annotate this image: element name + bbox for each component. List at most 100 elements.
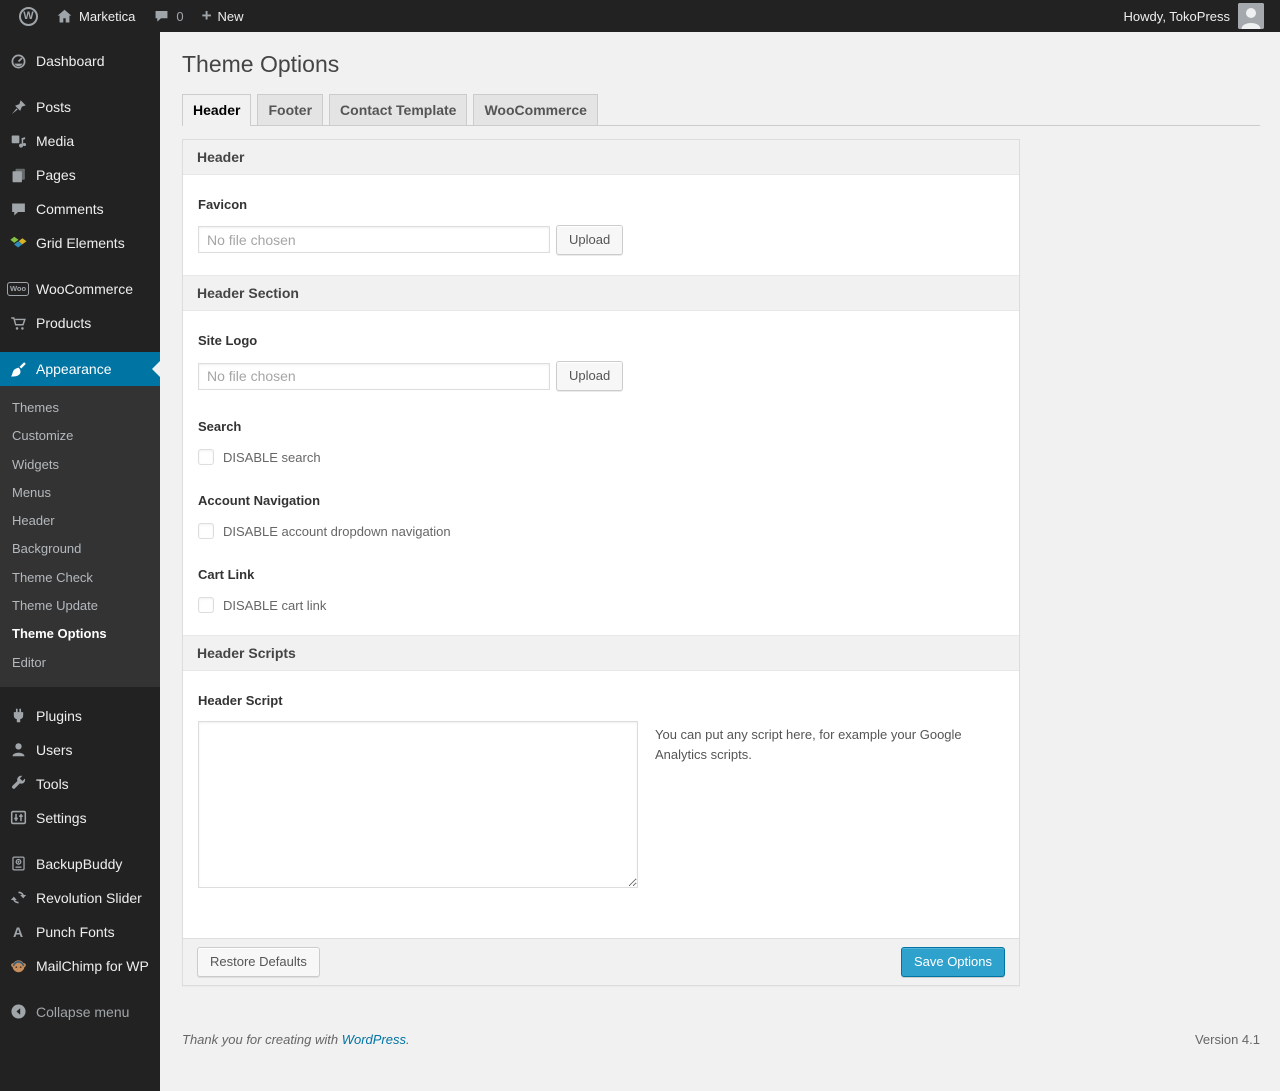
sidebar-item-media[interactable]: Media — [0, 124, 160, 158]
menu-separator — [0, 78, 160, 90]
section-header: Header Section — [183, 275, 1019, 312]
disable-account-nav-label: DISABLE account dropdown navigation — [223, 523, 451, 539]
submenu-item-theme-update[interactable]: Theme Update — [0, 592, 160, 620]
favicon-upload-button[interactable]: Upload — [556, 224, 624, 256]
page-footer: Thank you for creating with WordPress. V… — [182, 1032, 1260, 1047]
sidebar-item-woocommerce[interactable]: Woo WooCommerce — [0, 272, 160, 306]
search-row: Search DISABLE search — [183, 419, 1019, 466]
sidebar-item-comments[interactable]: Comments — [0, 192, 160, 226]
submenu-item-customize[interactable]: Customize — [0, 422, 160, 450]
sidebar-item-tools[interactable]: Tools — [0, 767, 160, 801]
home-icon — [56, 8, 73, 25]
sidebar-item-dashboard[interactable]: Dashboard — [0, 44, 160, 78]
grid-elements-icon — [8, 233, 28, 253]
tab-contact-template[interactable]: Contact Template — [329, 93, 468, 125]
disable-cart-link-checkbox[interactable] — [198, 597, 214, 614]
pushpin-icon — [8, 97, 28, 117]
header-script-textarea[interactable] — [198, 721, 638, 889]
favicon-label: Favicon — [198, 196, 248, 212]
panel-footer: Restore Defaults Save Options — [183, 938, 1019, 986]
header-script-label: Header Script — [198, 693, 283, 709]
account-navigation-row: Account Navigation DISABLE account dropd… — [183, 493, 1019, 540]
account-menu[interactable]: Howdy, TokoPress — [1124, 3, 1264, 29]
refresh-arrows-icon — [8, 888, 28, 908]
sidebar-item-revolution-slider[interactable]: Revolution Slider — [0, 881, 160, 915]
theme-options-panel: Header Favicon Upload Header Section Sit… — [182, 138, 1020, 987]
comment-bubble-icon — [153, 8, 170, 25]
disable-search-checkbox[interactable] — [198, 449, 214, 466]
site-name-label: Marketica — [79, 8, 136, 24]
sidebar-item-mailchimp[interactable]: MailChimp for WP — [0, 949, 160, 983]
submenu-item-themes[interactable]: Themes — [0, 394, 160, 422]
site-logo-upload-button[interactable]: Upload — [556, 361, 624, 392]
section-header: Header Scripts — [183, 635, 1019, 672]
sidebar-item-products[interactable]: Products — [0, 306, 160, 340]
sidebar-item-appearance[interactable]: Appearance — [0, 352, 160, 386]
tab-header[interactable]: Header — [182, 93, 252, 126]
page-title: Theme Options — [182, 51, 340, 77]
menu-separator — [0, 687, 160, 699]
user-icon — [8, 740, 28, 760]
disable-search-label: DISABLE search — [223, 449, 321, 465]
howdy-label: Howdy, TokoPress — [1123, 8, 1230, 24]
sidebar-item-punch-fonts[interactable]: A Punch Fonts — [0, 915, 160, 949]
sidebar-item-label: Products — [36, 315, 92, 331]
sidebar-item-posts[interactable]: Posts — [0, 90, 160, 124]
admin-menu: Dashboard Posts Media Pages Comments Gri… — [0, 32, 160, 1091]
comments-admin-bar[interactable]: 0 — [144, 0, 192, 32]
site-logo-file-input[interactable] — [198, 362, 550, 390]
footer-thanks-prefix: Thank you for creating with — [182, 1032, 342, 1048]
paintbrush-icon — [8, 359, 28, 379]
version-label: Version 4.1 — [1194, 1032, 1260, 1048]
submenu-item-menus[interactable]: Menus — [0, 479, 160, 507]
tab-footer[interactable]: Footer — [257, 93, 324, 125]
settings-sliders-icon — [8, 808, 28, 828]
sidebar-item-backupbuddy[interactable]: BackupBuddy — [0, 847, 160, 881]
submenu-item-header[interactable]: Header — [0, 507, 160, 535]
sidebar-item-label: Plugins — [36, 707, 82, 724]
submenu-item-theme-options[interactable]: Theme Options — [0, 620, 160, 648]
sidebar-item-pages[interactable]: Pages — [0, 158, 160, 192]
tab-woocommerce[interactable]: WooCommerce — [473, 93, 598, 125]
submenu-item-editor[interactable]: Editor — [0, 649, 160, 677]
sidebar-item-label: Users — [36, 741, 73, 758]
sidebar-item-label: Posts — [36, 99, 72, 115]
favicon-row: Favicon Upload — [183, 197, 1019, 275]
restore-defaults-button[interactable]: Restore Defaults — [197, 947, 320, 978]
sidebar-item-label: BackupBuddy — [36, 855, 123, 872]
collapse-menu-button[interactable]: Collapse menu — [0, 995, 160, 1029]
sidebar-item-users[interactable]: Users — [0, 733, 160, 767]
sidebar-item-plugins[interactable]: Plugins — [0, 699, 160, 733]
sidebar-item-grid-elements[interactable]: Grid Elements — [0, 226, 160, 260]
comment-count: 0 — [176, 8, 184, 24]
backupbuddy-icon — [8, 854, 28, 874]
wordpress-logo-menu[interactable]: W — [10, 0, 47, 32]
disable-cart-link-label: DISABLE cart link — [223, 597, 327, 613]
save-options-button[interactable]: Save Options — [900, 947, 1005, 978]
wordpress-link[interactable]: WordPress — [342, 1032, 406, 1047]
sidebar-item-label: Comments — [36, 201, 104, 217]
favicon-file-input[interactable] — [198, 226, 550, 254]
site-logo-label: Site Logo — [198, 333, 258, 349]
mailchimp-monkey-icon — [8, 956, 28, 976]
menu-separator — [0, 835, 160, 847]
appearance-submenu: Themes Customize Widgets Menus Header Ba… — [0, 386, 160, 687]
submenu-item-widgets[interactable]: Widgets — [0, 451, 160, 479]
sidebar-item-label: Revolution Slider — [36, 889, 142, 906]
new-content-menu[interactable]: + New — [193, 0, 253, 32]
wordpress-logo-icon: W — [19, 6, 38, 26]
sidebar-item-label: Media — [36, 133, 75, 149]
sidebar-item-label: Settings — [36, 809, 87, 826]
letter-a-icon: A — [12, 923, 24, 940]
sidebar-item-settings[interactable]: Settings — [0, 801, 160, 835]
submenu-item-theme-check[interactable]: Theme Check — [0, 564, 160, 592]
header-script-row: Header Script You can put any script her… — [183, 693, 1019, 889]
dashboard-icon — [8, 51, 28, 71]
site-name-link[interactable]: Marketica — [47, 0, 144, 32]
sidebar-item-label: Punch Fonts — [36, 923, 115, 940]
disable-account-nav-checkbox[interactable] — [198, 523, 214, 540]
submenu-item-background[interactable]: Background — [0, 535, 160, 563]
avatar — [1238, 3, 1264, 29]
comments-icon — [8, 199, 28, 219]
search-label: Search — [198, 419, 242, 435]
